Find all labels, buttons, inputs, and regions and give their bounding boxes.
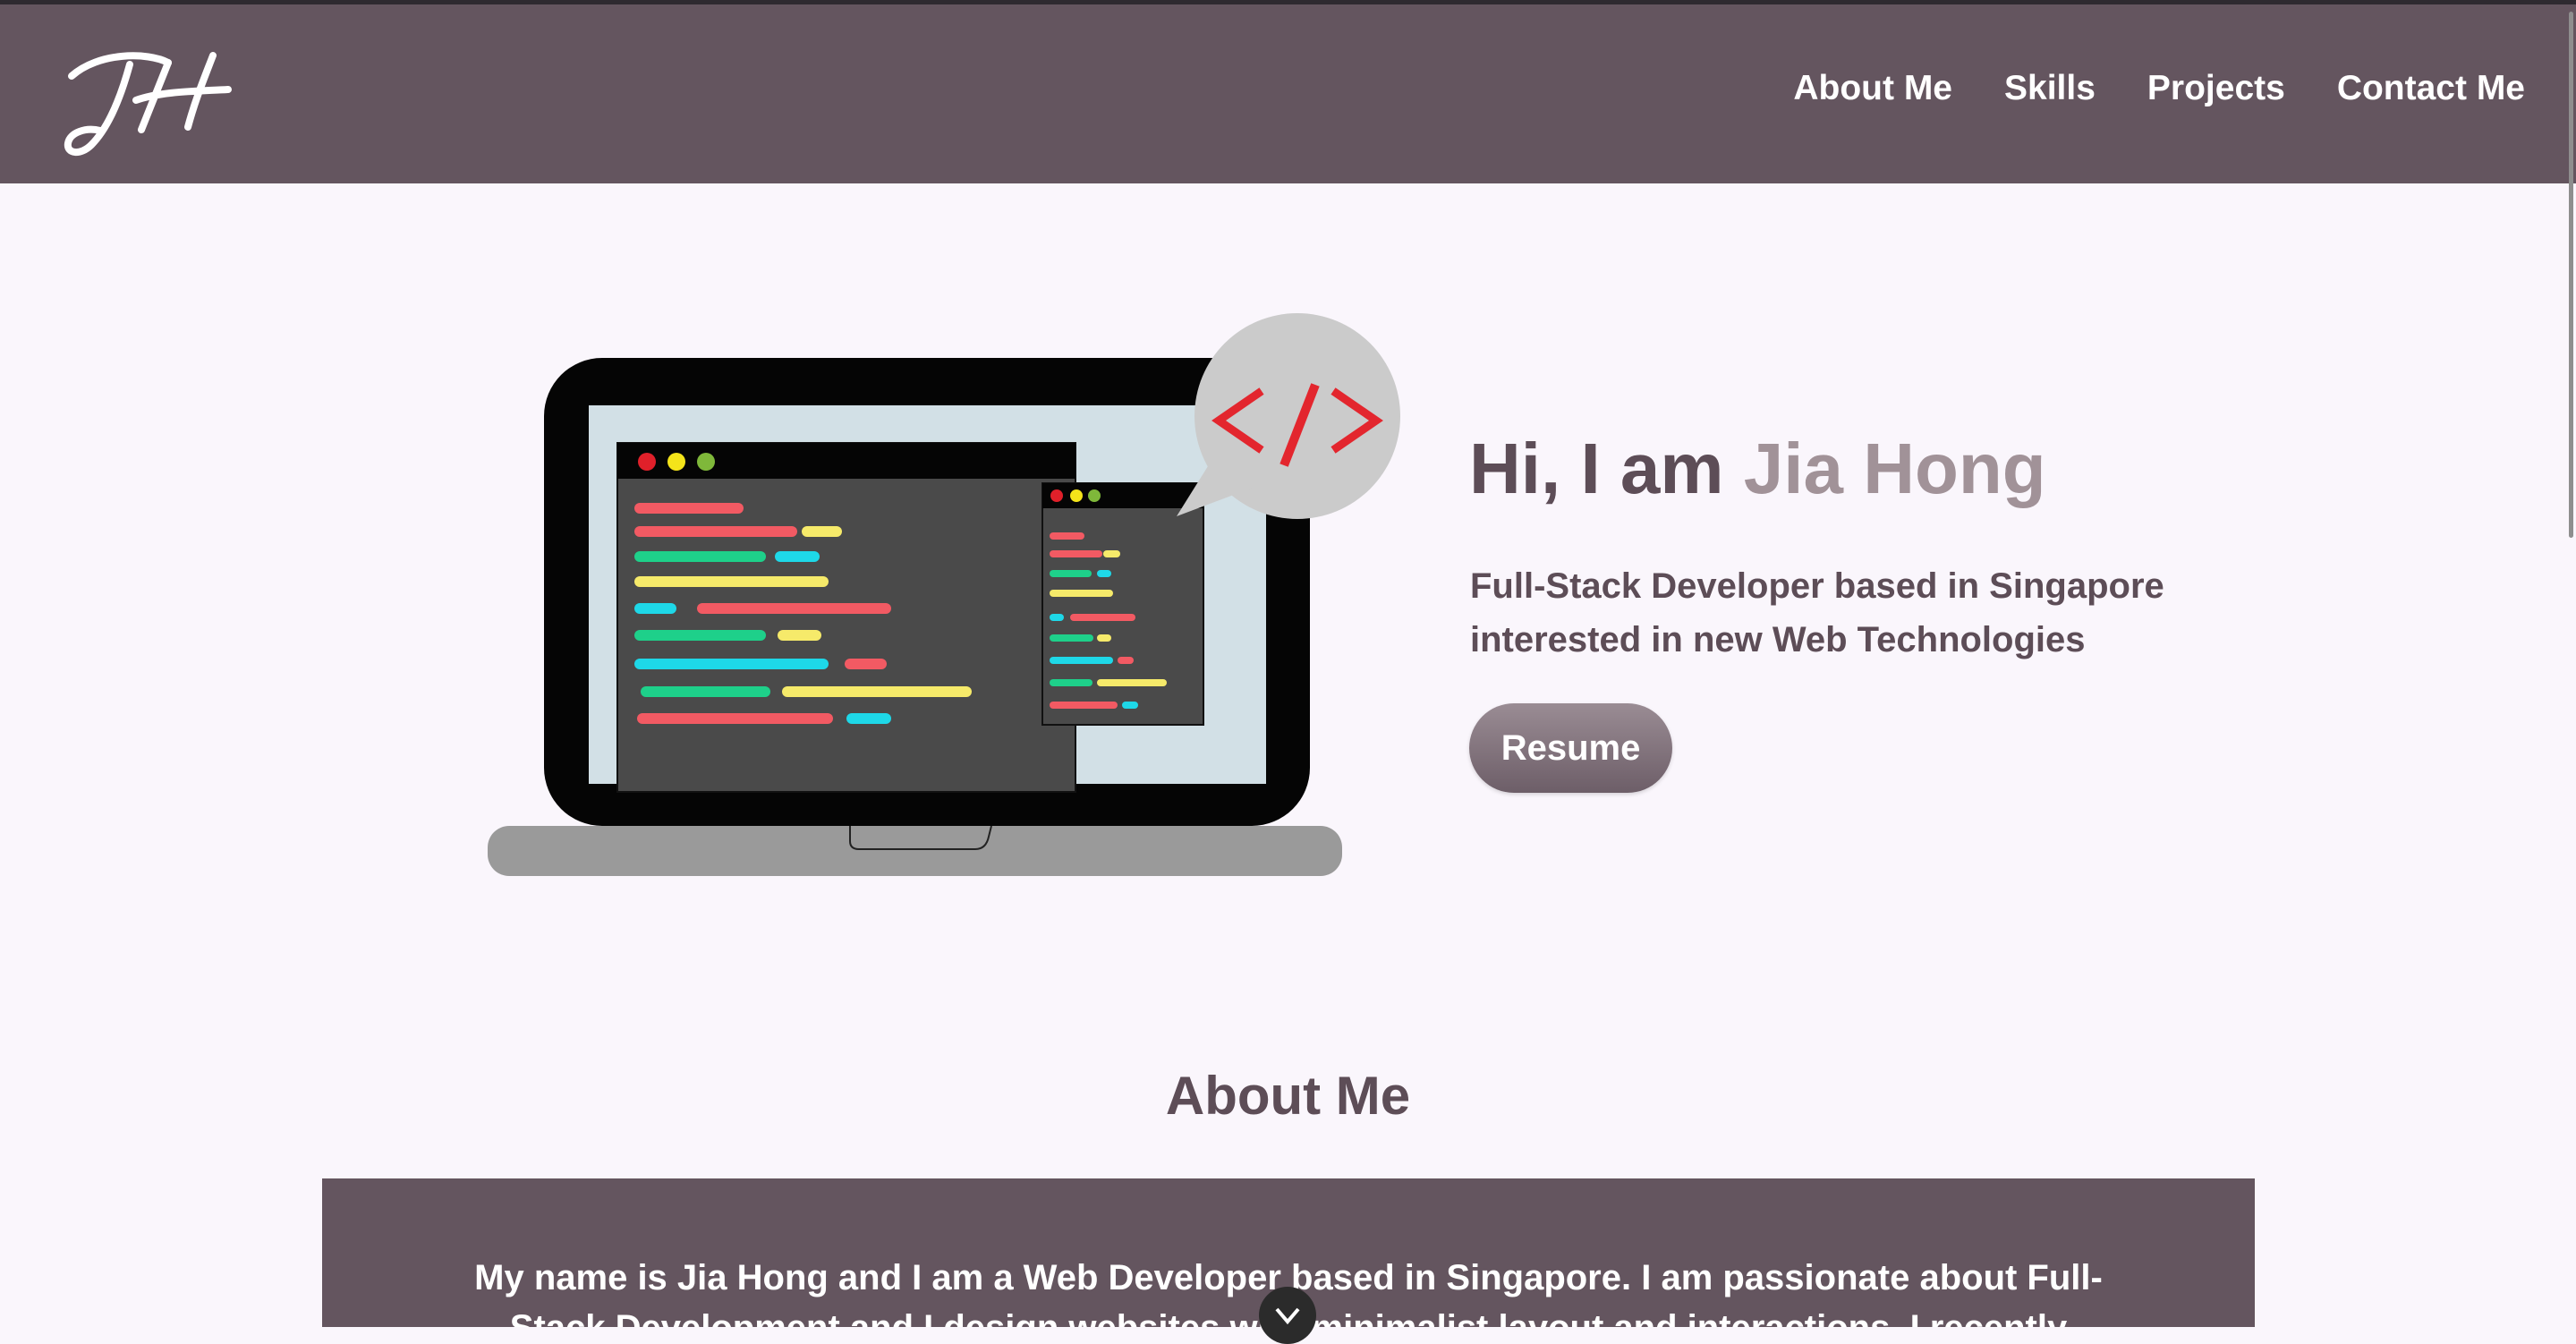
hero-name: Jia Hong [1743,429,2046,508]
nav-projects[interactable]: Projects [2147,69,2285,108]
nav-about-me[interactable]: About Me [1793,69,1952,108]
code-tag-bubble [1177,313,1400,519]
hero-subtitle-line2: interested in new Web Technologies [1470,620,2086,659]
hero-greeting: Hi, I am [1469,429,1744,508]
hero-heading: Hi, I am Jia Hong [1469,428,2046,510]
nav-skills[interactable]: Skills [2004,69,2096,108]
scroll-down-button[interactable] [1259,1287,1316,1344]
about-me-heading: About Me [1165,1066,1411,1126]
nav-contact-me[interactable]: Contact Me [2337,69,2525,108]
code-window-main [616,442,1076,793]
laptop-notch [849,825,992,850]
logo-link[interactable] [63,45,233,161]
code-window-small [1041,482,1204,726]
page-scrollbar[interactable] [2563,4,2576,1327]
laptop-code-illustration [488,313,1400,876]
site-header: About Me Skills Projects Contact Me [0,4,2576,183]
hero-subtitle: Full-Stack Developer based in Singapore i… [1470,559,2275,667]
chevron-down-icon [1275,1307,1300,1325]
jh-logo-icon [64,52,232,156]
scrollbar-thumb[interactable] [2569,12,2573,538]
resume-button[interactable]: Resume [1469,703,1672,793]
main-nav: About Me Skills Projects Contact Me [1793,69,2525,108]
hero-subtitle-line1: Full-Stack Developer based in Singapore [1470,566,2164,606]
